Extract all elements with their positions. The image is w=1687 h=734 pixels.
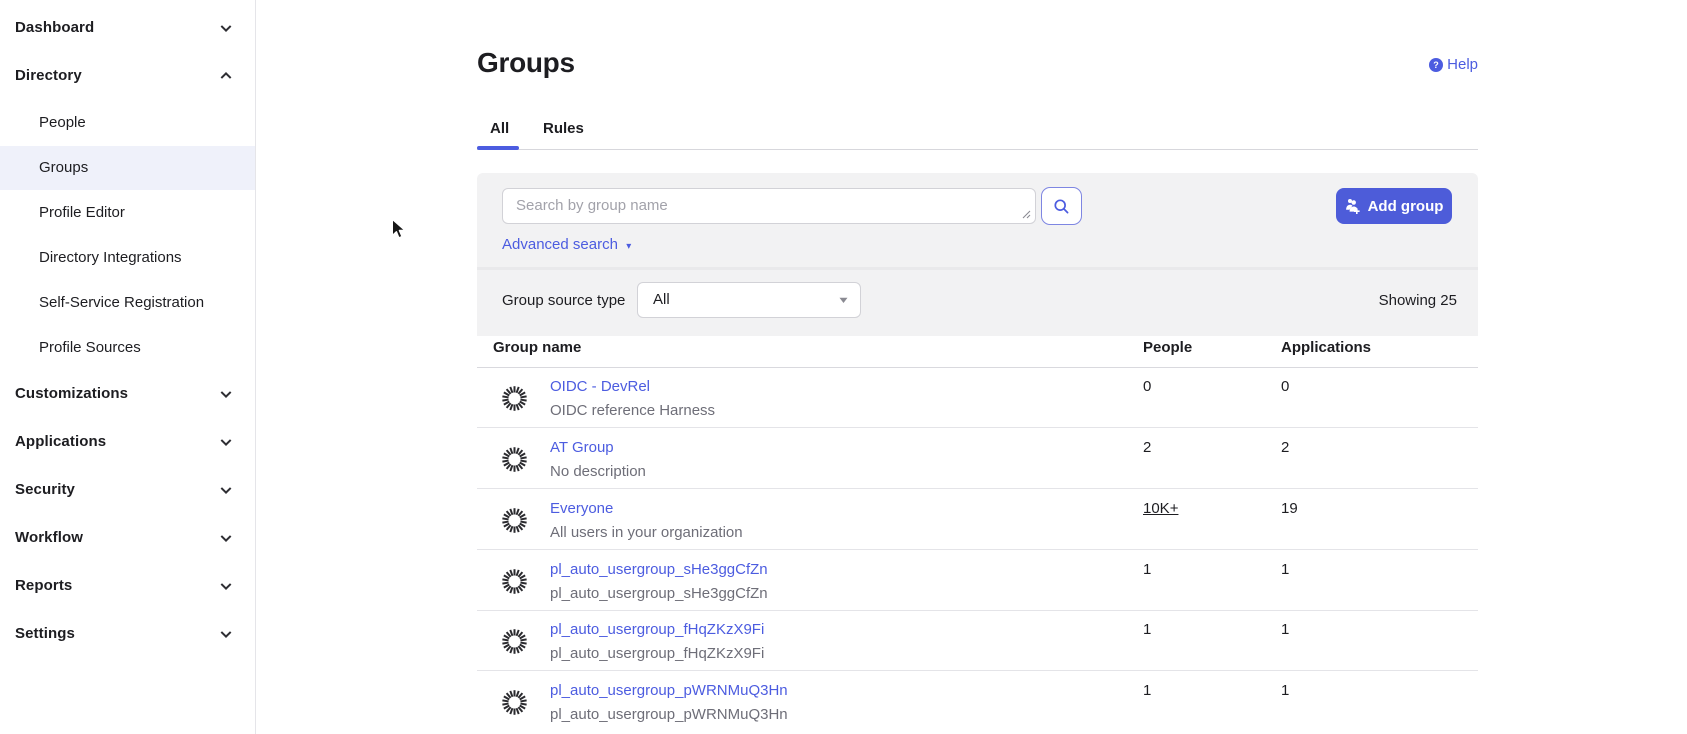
svg-text:?: ? [1433,60,1439,70]
